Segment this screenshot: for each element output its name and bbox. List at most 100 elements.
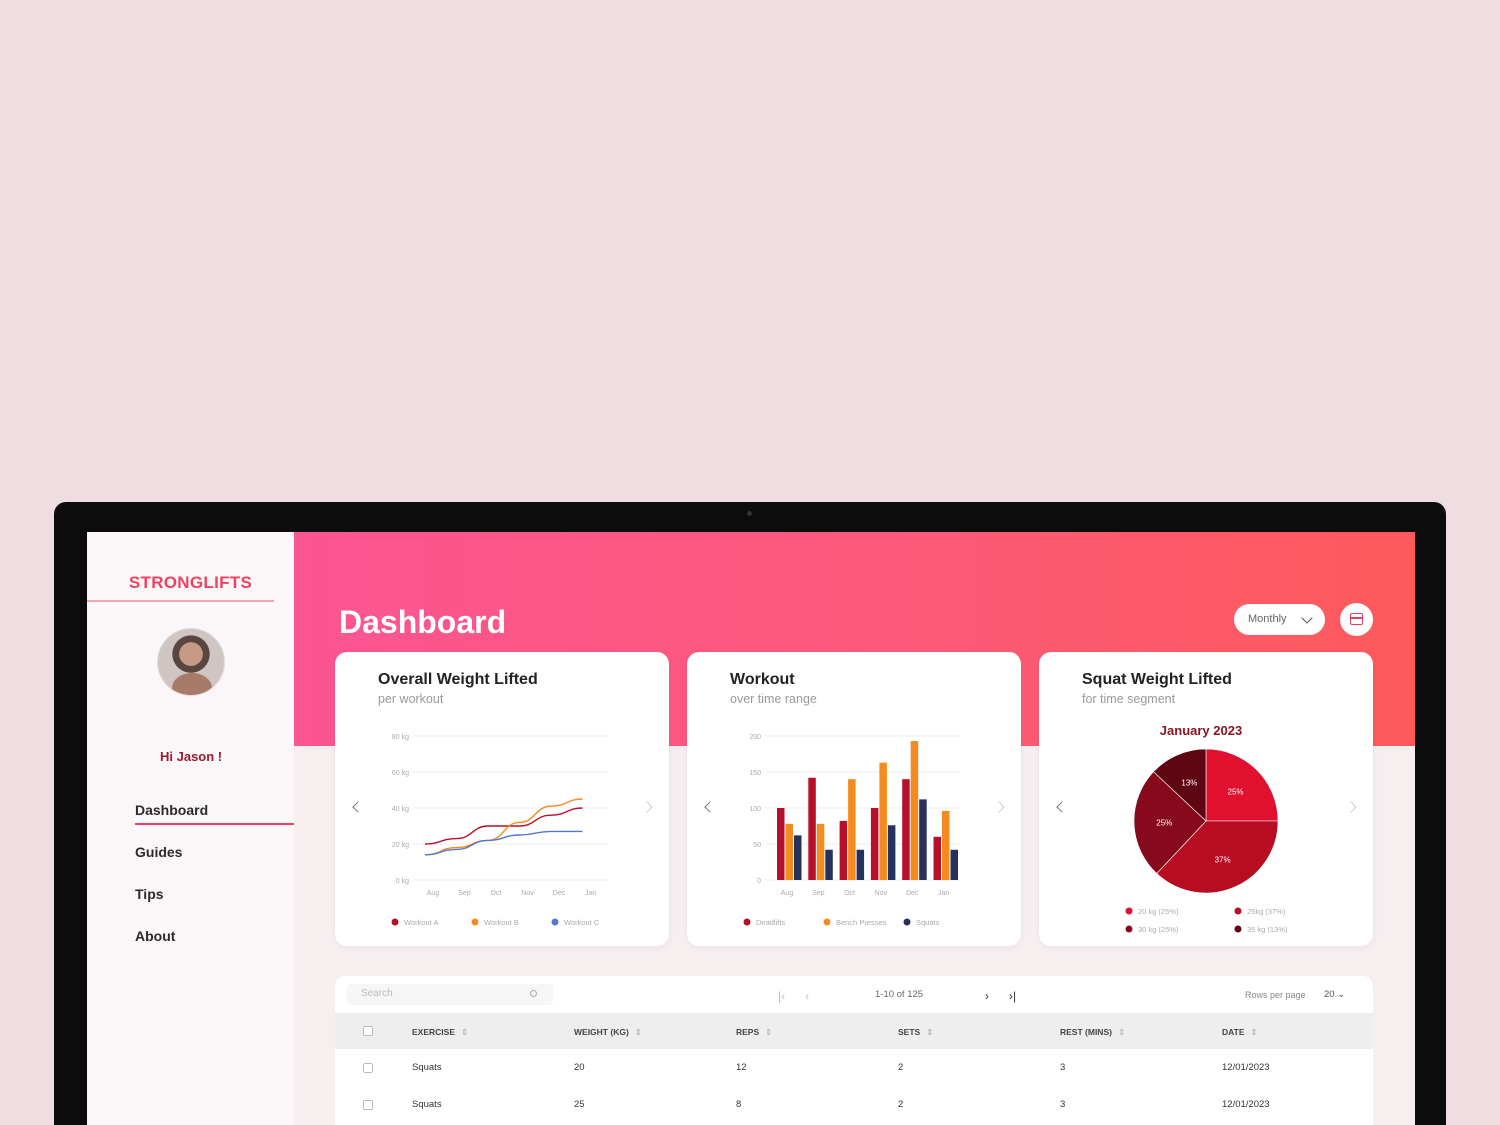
search-icon <box>530 990 537 997</box>
cell-date: 12/01/2023 <box>1222 1062 1270 1073</box>
column-header-weight[interactable]: WEIGHT (KG) ⇕ <box>574 1027 642 1038</box>
sidebar-item-about[interactable]: About <box>135 928 175 944</box>
cell-sets: 2 <box>898 1062 904 1073</box>
cell-weight: 25 <box>574 1099 585 1110</box>
prev-page-button[interactable]: ‹ <box>805 989 809 1003</box>
bar <box>919 799 927 880</box>
bar <box>794 835 802 880</box>
column-header-rest[interactable]: REST (MINS) ⇕ <box>1060 1027 1125 1038</box>
pie-title: January 2023 <box>1160 723 1242 738</box>
sidebar-item-guides[interactable]: Guides <box>135 844 182 860</box>
legend-label: Squats <box>916 918 940 927</box>
y-tick-label: 200 <box>749 734 761 741</box>
webcam <box>747 511 752 516</box>
search-input[interactable]: Search <box>347 984 553 1005</box>
last-page-button[interactable]: ›| <box>1009 989 1016 1003</box>
legend-label: 25kg (37%) <box>1247 907 1286 916</box>
legend-swatch <box>743 918 751 926</box>
legend-label: 20 kg (25%) <box>1138 907 1179 916</box>
sidebar-item-tips[interactable]: Tips <box>135 886 164 902</box>
y-tick-label: 100 <box>749 806 761 813</box>
series-line <box>424 807 583 845</box>
column-header-date[interactable]: DATE ⇕ <box>1222 1027 1258 1038</box>
pie-slice-label: 25% <box>1156 818 1172 827</box>
period-dropdown[interactable]: Monthly <box>1234 604 1325 635</box>
bar <box>879 762 887 880</box>
app-screen: STRONGLIFTS Hi Jason ! Dashboard Guides … <box>87 532 1415 1125</box>
y-tick-label: 50 <box>753 842 761 849</box>
weight-lifted-card: Overall Weight Lifted per workout 0 kg 20… <box>335 652 669 946</box>
bar-chart: 0 50 100 150 200 Aug Sep Oct Nov Dec Jan Deadlifts B… <box>743 734 961 927</box>
table-header: EXERCISE ⇕ WEIGHT (KG) ⇕ REPS ⇕ SETS ⇕ REST … <box>335 1013 1373 1049</box>
rows-per-page-label: Rows per page <box>1245 990 1306 1000</box>
legend-swatch <box>471 918 479 926</box>
legend-label: Workout A <box>404 918 438 927</box>
x-tick-label: Sep <box>458 890 471 897</box>
search-placeholder: Search <box>361 988 393 999</box>
cell-rest: 3 <box>1060 1062 1066 1073</box>
y-tick-label: 150 <box>749 770 761 777</box>
x-tick-label: Sep <box>812 890 825 897</box>
page-title: Dashboard <box>339 604 507 640</box>
legend-swatch <box>1234 925 1242 933</box>
rows-per-page-select[interactable]: 20 ⌄ <box>1324 989 1345 1000</box>
period-value: Monthly <box>1248 613 1287 625</box>
legend-swatch <box>391 918 399 926</box>
sidebar: STRONGLIFTS Hi Jason ! Dashboard Guides … <box>87 532 294 1125</box>
calendar-button[interactable] <box>1340 603 1373 636</box>
pie-slice-label: 25% <box>1228 787 1244 796</box>
bar <box>910 741 919 880</box>
squat-weight-card: Squat Weight Lifted for time segment Jan… <box>1039 652 1373 946</box>
pie-slice-label: 13% <box>1181 779 1197 788</box>
bar <box>856 849 865 880</box>
legend-swatch <box>551 918 559 926</box>
bar <box>950 849 958 880</box>
column-header-exercise[interactable]: EXERCISE ⇕ <box>412 1027 468 1038</box>
sidebar-item-dashboard[interactable]: Dashboard <box>135 802 208 818</box>
cell-exercise: Squats <box>412 1062 442 1073</box>
bar <box>839 820 848 880</box>
x-tick-label: Nov <box>521 890 534 897</box>
bar <box>902 779 910 880</box>
pie-slice <box>1205 748 1279 822</box>
bar <box>825 849 833 880</box>
row-checkbox[interactable] <box>363 1100 373 1110</box>
legend-label: Workout C <box>564 918 600 927</box>
next-page-button[interactable]: › <box>985 989 989 1003</box>
x-tick-label: Oct <box>491 890 502 897</box>
active-nav-indicator <box>135 823 294 825</box>
y-tick-label: 60 kg <box>392 770 409 777</box>
y-tick-label: 0 kg <box>396 878 409 885</box>
cell-reps: 12 <box>736 1062 747 1073</box>
column-header-reps[interactable]: REPS ⇕ <box>736 1027 772 1038</box>
chevron-down-icon <box>1301 612 1313 624</box>
pie-chart: January 2023 25% 37% 25% 13% 20 kg (25%) 25kg … <box>1125 723 1288 934</box>
y-tick-label: 0 <box>757 878 761 885</box>
legend-label: 35 kg (13%) <box>1247 925 1288 934</box>
cell-sets: 2 <box>898 1099 904 1110</box>
select-all-checkbox[interactable] <box>363 1026 373 1036</box>
workout-card: Workout over time range 0 50 100 150 200 Aug S… <box>687 652 1021 946</box>
line-chart: 0 kg 20 kg 40 kg 60 kg 80 kg Aug Sep Oct Nov Dec J… <box>391 734 609 927</box>
bar <box>933 836 941 880</box>
legend-label: Deadlifts <box>756 918 785 927</box>
calendar-icon <box>1350 613 1363 625</box>
greeting-text: Hi Jason ! <box>160 749 223 764</box>
cell-rest: 3 <box>1060 1099 1066 1110</box>
cell-weight: 20 <box>574 1062 585 1073</box>
avatar[interactable] <box>157 628 225 696</box>
y-tick-label: 80 kg <box>392 734 409 741</box>
legend-swatch <box>1234 907 1242 915</box>
pagination-info: 1-10 of 125 <box>875 989 924 1000</box>
column-header-sets[interactable]: SETS ⇕ <box>898 1027 933 1038</box>
x-tick-label: Jan <box>938 890 949 897</box>
series-line <box>424 798 583 856</box>
app-logo[interactable]: STRONGLIFTS <box>87 573 294 593</box>
series-line <box>424 830 583 856</box>
y-tick-label: 40 kg <box>392 806 409 813</box>
row-checkbox[interactable] <box>363 1063 373 1073</box>
x-tick-label: Oct <box>844 890 855 897</box>
bar <box>870 808 879 880</box>
cell-date: 12/01/2023 <box>1222 1099 1270 1110</box>
first-page-button[interactable]: |‹ <box>778 989 785 1003</box>
